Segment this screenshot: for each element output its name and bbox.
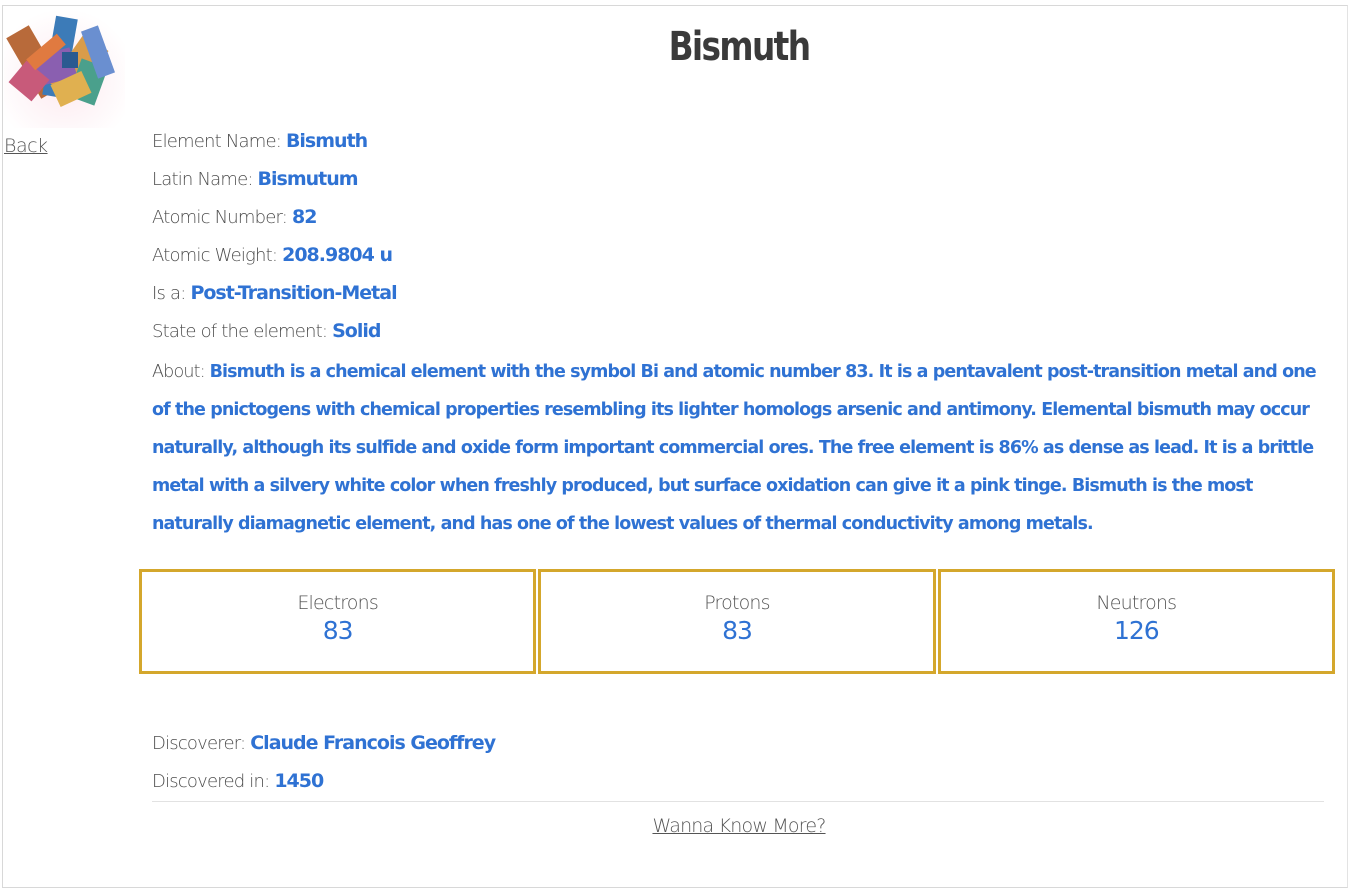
field-label: Discoverer:: [152, 733, 251, 754]
field-label: Is a:: [152, 283, 191, 304]
field-label: Latin Name:: [152, 169, 258, 190]
field-value: 1450: [274, 770, 324, 792]
field-atomic-weight: Atomic Weight: 208.9804 u: [152, 239, 1324, 277]
field-value: Post-Transition-Metal: [190, 282, 397, 304]
field-value: Claude Francois Geoffrey: [250, 732, 496, 754]
particle-value: 126: [1113, 616, 1160, 645]
field-label: Discovered in:: [152, 771, 275, 792]
back-link[interactable]: Back: [4, 135, 48, 157]
particle-counts: Electrons 83 Protons 83 Neutrons 126: [139, 569, 1335, 674]
field-value: 82: [292, 206, 317, 228]
field-about: About: Bismuth is a chemical element wit…: [152, 353, 1324, 543]
protons-box: Protons 83: [538, 569, 936, 674]
field-label: Atomic Weight:: [152, 245, 283, 266]
about-text: Bismuth is a chemical element with the s…: [152, 362, 1317, 534]
field-state: State of the element: Solid: [152, 315, 1324, 353]
particle-label: Protons: [704, 592, 770, 614]
field-value: Solid: [332, 320, 381, 342]
field-latin-name: Latin Name: Bismutum: [152, 163, 1324, 201]
field-atomic-number: Atomic Number: 82: [152, 201, 1324, 239]
field-label: About:: [152, 362, 210, 382]
field-category: Is a: Post-Transition-Metal: [152, 277, 1324, 315]
field-value: 208.9804 u: [282, 244, 393, 266]
wanna-know-more-link[interactable]: Wanna Know More?: [62, 815, 1354, 837]
discovery-info: Discoverer: Claude Francois Geoffrey Dis…: [152, 727, 496, 803]
particle-value: 83: [722, 616, 753, 645]
particle-label: Electrons: [297, 592, 378, 614]
field-value: Bismuth: [285, 130, 368, 152]
element-properties: Element Name: Bismuth Latin Name: Bismut…: [152, 125, 1324, 543]
page-title: Bismuth: [668, 24, 811, 70]
field-discoverer: Discoverer: Claude Francois Geoffrey: [152, 727, 496, 765]
field-label: Element Name:: [152, 131, 286, 152]
particle-label: Neutrons: [1096, 592, 1177, 614]
field-label: Atomic Number:: [152, 207, 292, 228]
electrons-box: Electrons 83: [139, 569, 537, 674]
field-value: Bismutum: [257, 168, 359, 190]
field-element-name: Element Name: Bismuth: [152, 125, 1324, 163]
field-discovered-in: Discovered in: 1450: [152, 765, 495, 803]
particle-value: 83: [322, 616, 354, 645]
field-label: State of the element:: [152, 321, 333, 342]
element-photo: [4, 7, 125, 128]
divider: [152, 801, 1324, 802]
neutrons-box: Neutrons 126: [937, 569, 1335, 674]
